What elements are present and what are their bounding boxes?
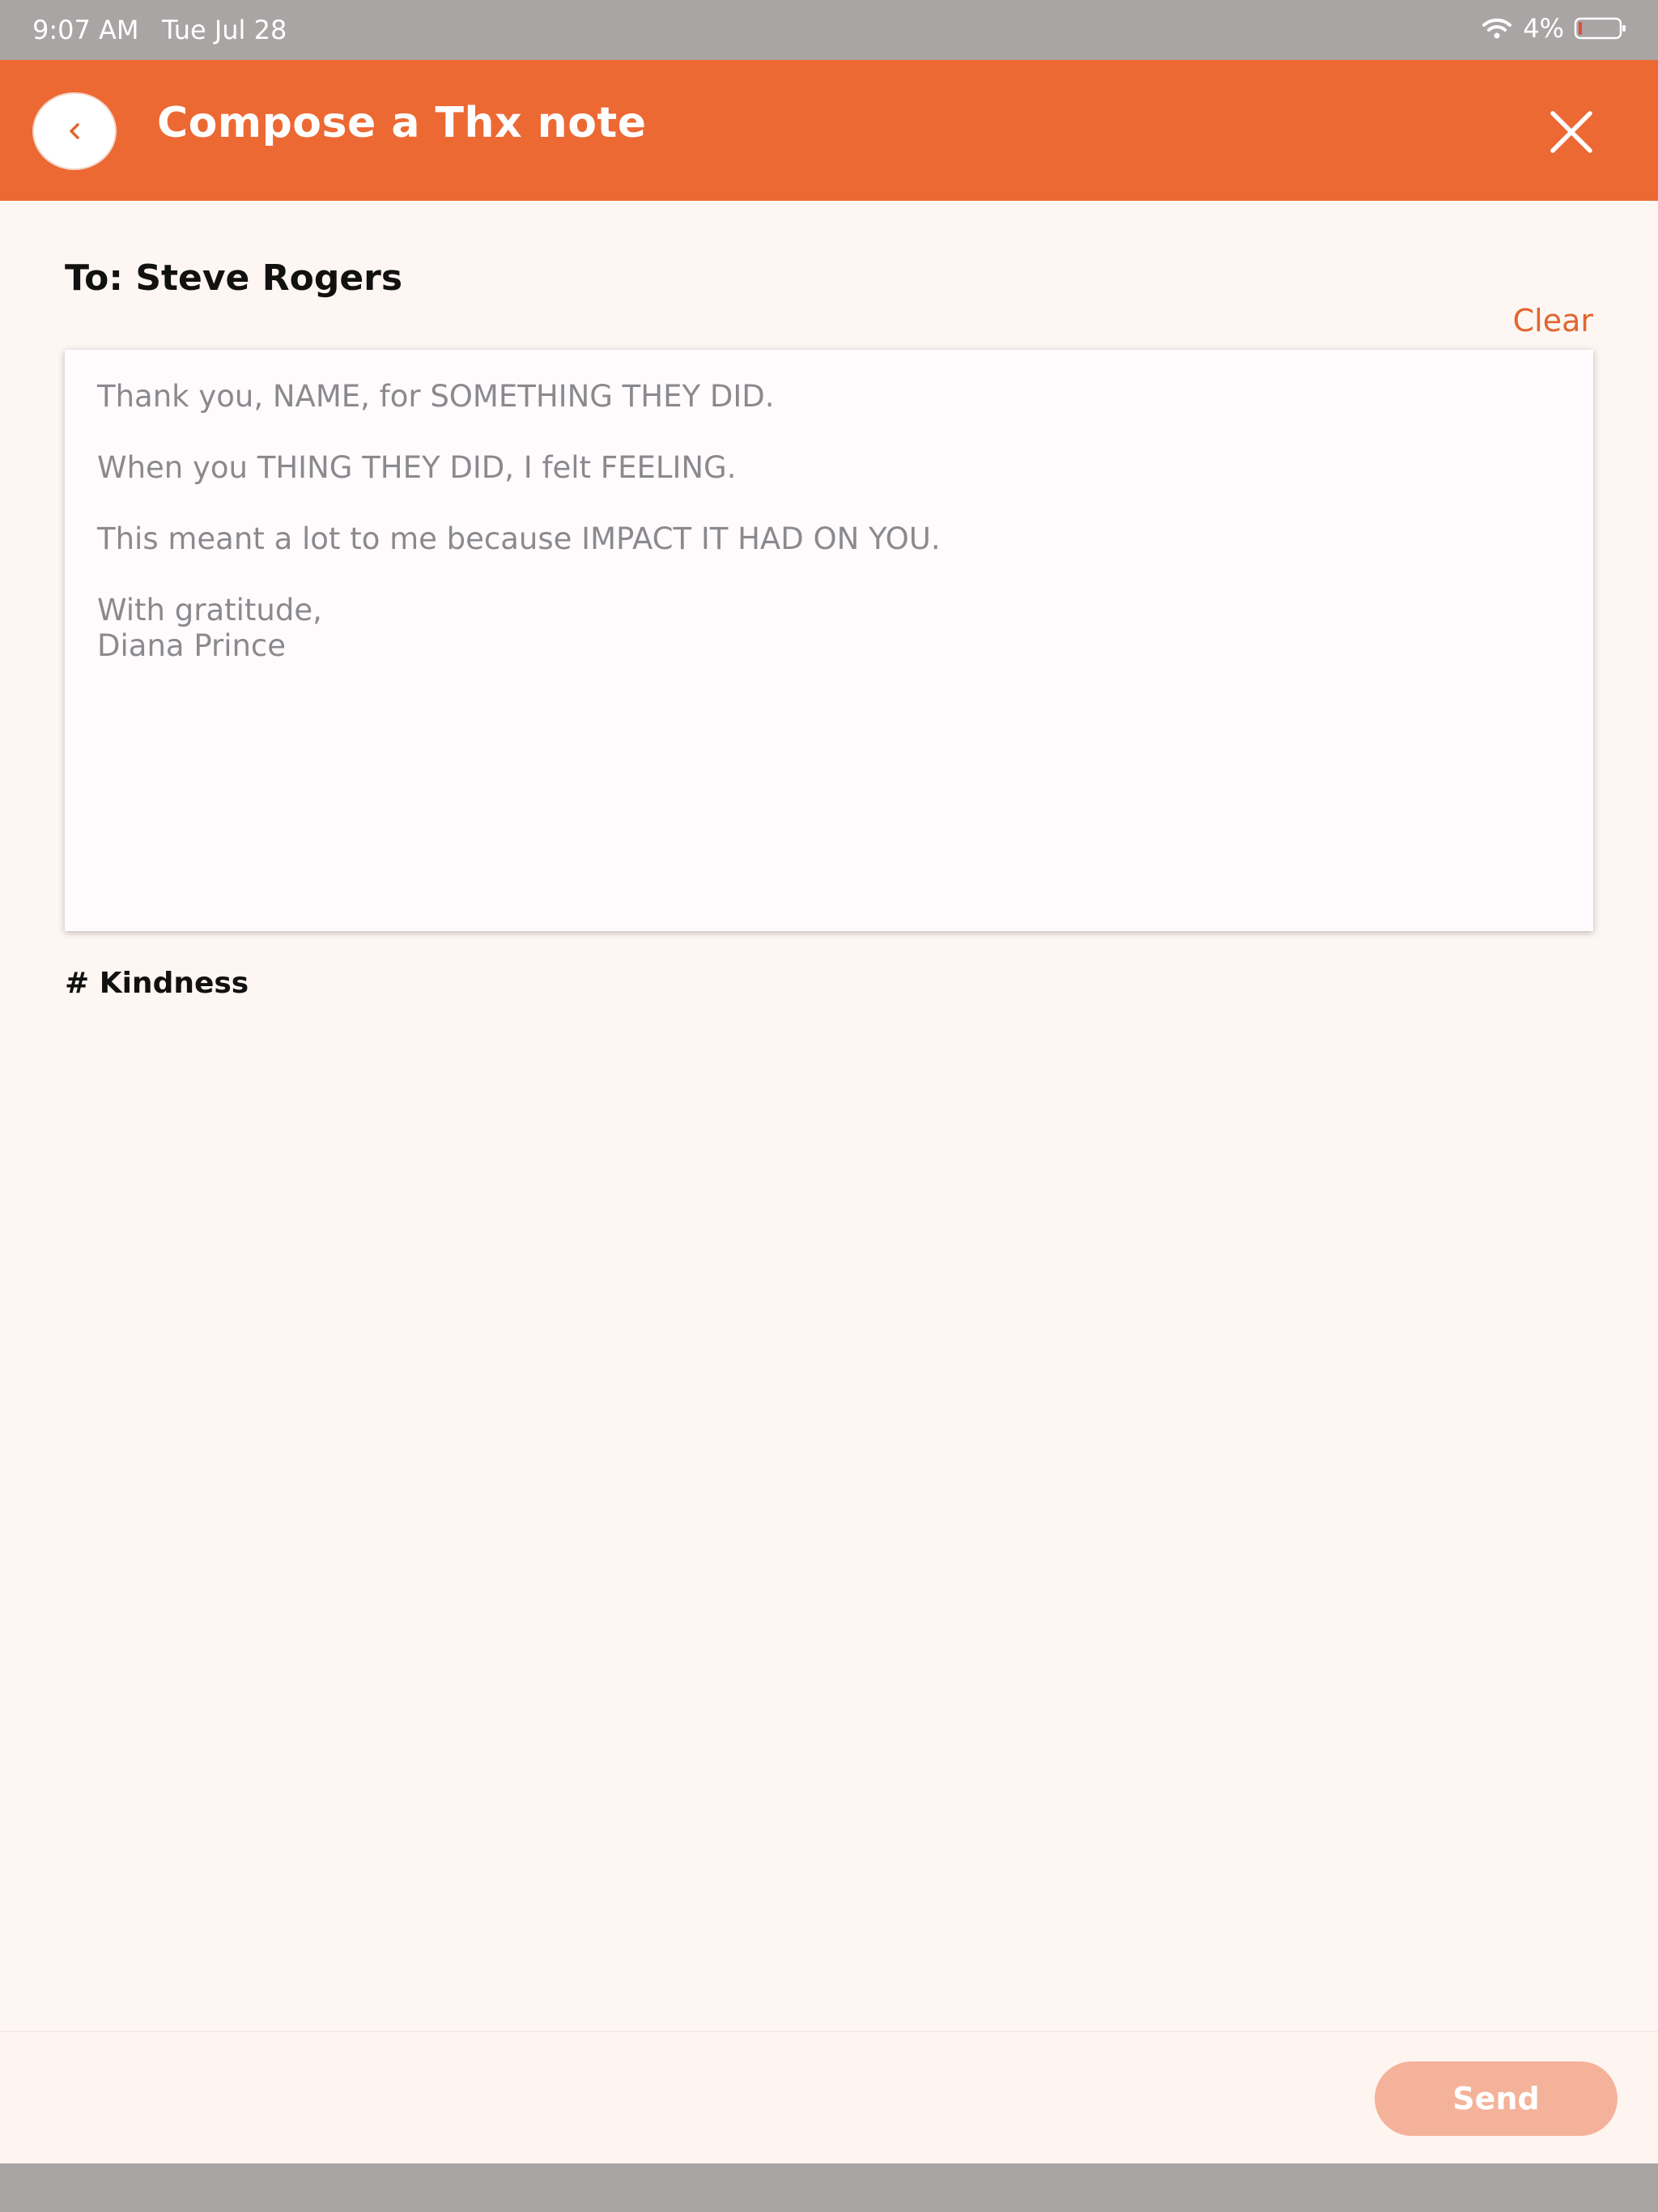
header-bar: Compose a Thx note — [0, 60, 1658, 201]
clear-button[interactable]: Clear — [1513, 303, 1593, 338]
chevron-left-icon — [70, 123, 79, 139]
note-line: Diana Prince — [97, 628, 287, 663]
note-line: With gratitude, — [97, 593, 322, 627]
home-indicator-area — [0, 2163, 1658, 2212]
note-line: Thank you, NAME, for SOMETHING THEY DID. — [97, 379, 775, 414]
compose-area: To: Steve Rogers Clear Thank you, NAME, … — [0, 201, 1658, 2031]
status-indicators: 4% — [1481, 13, 1627, 44]
note-line: This meant a lot to me because IMPACT IT… — [97, 521, 941, 556]
battery-low-icon — [1574, 17, 1626, 40]
status-bar: 9:07 AM Tue Jul 28 4% — [0, 0, 1658, 60]
note-line: When you THING THEY DID, I felt FEELING. — [97, 450, 737, 485]
status-date: Tue Jul 28 — [162, 15, 287, 45]
note-text-area[interactable]: Thank you, NAME, for SOMETHING THEY DID.… — [65, 350, 1593, 931]
page-title: Compose a Thx note — [157, 99, 647, 147]
close-icon[interactable] — [1550, 110, 1593, 154]
wifi-icon — [1482, 18, 1512, 39]
bottom-action-bar: Send — [0, 2031, 1658, 2163]
back-button[interactable] — [32, 92, 117, 170]
hashtag-label[interactable]: # Kindness — [65, 967, 249, 1000]
send-button[interactable]: Send — [1375, 2061, 1618, 2136]
battery-percent: 4% — [1523, 13, 1564, 44]
status-time: 9:07 AM — [32, 15, 139, 45]
recipient-label: To: Steve Rogers — [65, 257, 403, 299]
